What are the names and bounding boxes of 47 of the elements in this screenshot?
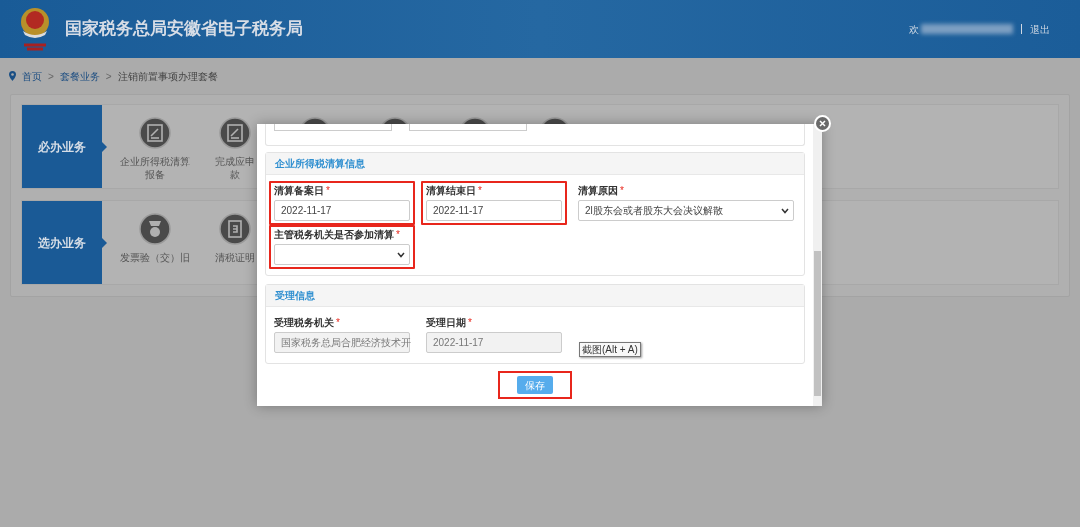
field-label: 受理日期 <box>426 316 466 329</box>
text-field[interactable] <box>409 124 527 131</box>
chevron-down-icon <box>781 207 789 214</box>
save-button[interactable]: 保存 <box>517 376 553 394</box>
required-mark: * <box>620 184 624 197</box>
required-mark: * <box>326 184 330 197</box>
required-mark: * <box>468 316 472 329</box>
breadcrumb-link[interactable]: 套餐业务 <box>59 68 100 84</box>
field-label: 清算原因 <box>578 184 618 197</box>
pointer-icon <box>102 237 107 248</box>
text-field[interactable] <box>274 124 392 131</box>
tooltip: 截图(Alt + A) <box>579 342 641 357</box>
select-field[interactable]: 2l股东会或者股东大会决议解散 <box>578 200 794 221</box>
section-title: 企业所得税清算信息 <box>275 157 365 171</box>
emblem-logo <box>18 5 52 53</box>
logout-link[interactable]: 退出 <box>1030 21 1050 37</box>
service-label[interactable]: 完成应申 款 <box>215 155 255 181</box>
document-icon[interactable] <box>219 117 251 149</box>
location-pin-icon <box>9 71 16 81</box>
pointer-icon <box>102 141 107 152</box>
service-label[interactable]: 发票验（交）旧 <box>120 251 190 264</box>
breadcrumb-separator: > <box>48 69 54 84</box>
select-field[interactable] <box>274 244 410 265</box>
text-field[interactable]: 2022-11-17 <box>426 200 562 221</box>
close-icon <box>819 120 826 127</box>
service-label[interactable]: 企业所得税清算 报备 <box>120 155 190 181</box>
field-label: 主管税务机关是否参加清算 <box>274 228 394 241</box>
site-title: 国家税务总局安徽省电子税务局 <box>65 18 303 41</box>
field-label: 清算结束日 <box>426 184 476 197</box>
group-title: 选办业务 <box>22 201 102 284</box>
service-label[interactable]: 清税证明 <box>215 251 255 264</box>
breadcrumb-current: 注销前置事项办理套餐 <box>117 69 218 84</box>
section-title: 受理信息 <box>275 289 315 303</box>
text-field[interactable]: 2022-11-17 <box>274 200 410 221</box>
required-mark: * <box>336 316 340 329</box>
breadcrumb-separator: > <box>105 69 112 84</box>
medal-icon[interactable] <box>139 213 171 245</box>
field-label: 受理税务机关 <box>274 316 334 329</box>
group-title: 必办业务 <box>22 105 102 188</box>
field-label: 清算备案日 <box>274 184 324 197</box>
document-icon[interactable] <box>219 213 251 245</box>
document-icon[interactable] <box>139 117 171 149</box>
required-mark: * <box>478 184 482 197</box>
greeting-text: 欢 <box>909 22 919 37</box>
breadcrumb-link[interactable]: 首页 <box>22 68 42 84</box>
chevron-down-icon <box>397 251 405 258</box>
required-mark: * <box>396 228 400 241</box>
